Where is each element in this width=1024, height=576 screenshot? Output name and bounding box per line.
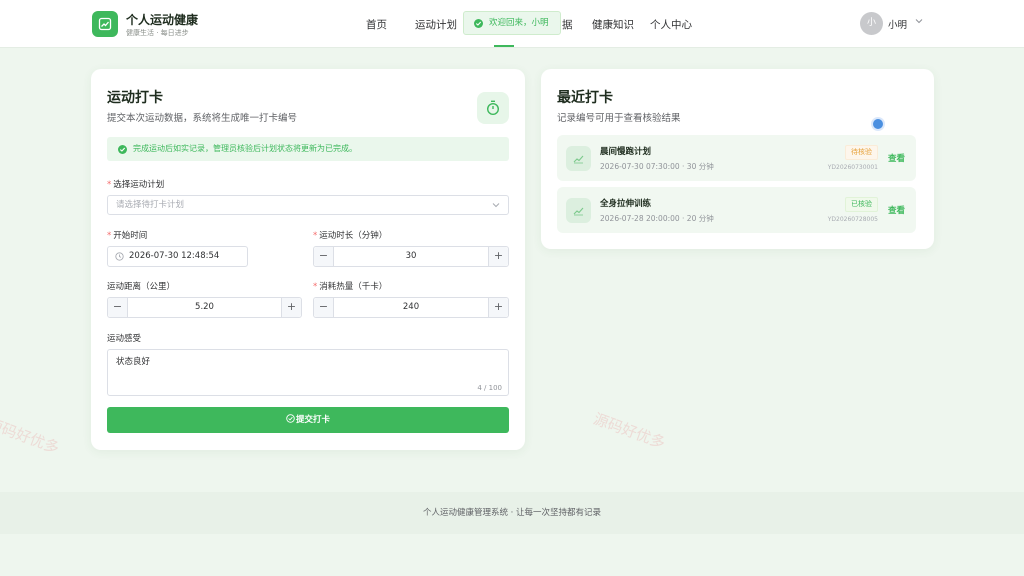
distance-stepper[interactable]: − 5.20 + <box>107 297 302 318</box>
nav-profile[interactable]: 个人中心 <box>650 17 692 32</box>
activity-chart-icon <box>566 146 591 171</box>
top-header: 个人运动健康 健康生活 · 每日进步 首页 运动计划 据 健康知识 个人中心 欢… <box>0 0 1024 48</box>
duration-label: * 运动时长（分钟） <box>313 231 388 241</box>
record-meta: 2026-07-28 20:00:00 · 20 分钟 <box>600 214 714 223</box>
stopwatch-button[interactable] <box>477 92 509 124</box>
recent-title: 最近打卡 <box>557 90 613 106</box>
record-name: 全身拉伸训练 <box>600 199 652 209</box>
activity-chart-icon <box>566 198 591 223</box>
clock-icon <box>115 252 124 261</box>
avatar[interactable]: 小 <box>860 12 883 35</box>
plan-select[interactable]: 请选择待打卡计划 <box>107 195 509 215</box>
duration-increase-button[interactable]: + <box>488 247 508 266</box>
recent-card: 最近打卡 记录编号可用于查看核验结果 晨间慢跑计划 2026-07-30 07:… <box>541 69 934 249</box>
recent-subtitle: 记录编号可用于查看核验结果 <box>557 113 681 124</box>
chevron-down-icon[interactable] <box>915 18 923 24</box>
check-circle-icon <box>286 414 295 423</box>
feeling-textarea[interactable]: 状态良好 4 / 100 <box>107 349 509 396</box>
plan-label: * 选择运动计划 <box>107 180 165 190</box>
distance-value[interactable]: 5.20 <box>129 298 280 317</box>
plan-placeholder: 请选择待打卡计划 <box>116 200 185 210</box>
start-time-label: * 开始时间 <box>107 231 148 241</box>
calories-value[interactable]: 240 <box>335 298 487 317</box>
distance-decrease-button[interactable]: − <box>108 298 128 317</box>
duration-value[interactable]: 30 <box>335 247 487 266</box>
watermark: 源码好优多 <box>0 414 62 458</box>
distance-label: 运动距离（公里） <box>107 282 176 292</box>
nav-data[interactable]: 据 <box>562 17 573 32</box>
calories-decrease-button[interactable]: − <box>314 298 334 317</box>
watermark: 源码好优多 <box>591 409 668 453</box>
stopwatch-icon <box>486 100 500 116</box>
submit-checkin-button[interactable]: 提交打卡 <box>107 407 509 433</box>
welcome-toast: 欢迎回来，小明 <box>463 11 561 35</box>
success-check-icon <box>474 19 483 28</box>
view-link[interactable]: 查看 <box>888 204 905 216</box>
trend-chart-icon <box>98 17 112 31</box>
record-meta: 2026-07-30 07:30:00 · 30 分钟 <box>600 162 714 171</box>
start-time-value: 2026-07-30 12:48:54 <box>129 251 220 261</box>
calories-increase-button[interactable]: + <box>488 298 508 317</box>
nav-plan[interactable]: 运动计划 <box>415 17 457 32</box>
status-badge: 已核验 <box>845 197 878 212</box>
info-alert: 完成运动后如实记录，管理员核验后计划状态将更新为已完成。 <box>107 137 509 161</box>
submit-label: 提交打卡 <box>295 415 330 425</box>
feeling-label: 运动感受 <box>107 334 142 344</box>
distance-increase-button[interactable]: + <box>281 298 301 317</box>
nav-home[interactable]: 首页 <box>366 17 387 32</box>
feeling-value: 状态良好 <box>116 357 151 367</box>
checkin-title: 运动打卡 <box>107 90 163 106</box>
nav-active-indicator <box>494 45 514 47</box>
toast-message: 欢迎回来，小明 <box>489 18 549 28</box>
alert-text: 完成运动后如实记录，管理员核验后计划状态将更新为已完成。 <box>133 144 357 153</box>
app-title: 个人运动健康 <box>126 13 199 27</box>
record-code: YD20260730001 <box>827 164 878 171</box>
calories-stepper[interactable]: − 240 + <box>313 297 509 318</box>
duration-stepper[interactable]: − 30 + <box>313 246 509 267</box>
nav-knowledge[interactable]: 健康知识 <box>592 17 634 32</box>
duration-decrease-button[interactable]: − <box>314 247 334 266</box>
checkin-subtitle: 提交本次运动数据，系统将生成唯一打卡编号 <box>107 113 298 124</box>
app-logo[interactable] <box>92 11 118 37</box>
chevron-down-icon <box>492 203 500 208</box>
record-code: YD20260728005 <box>827 216 878 223</box>
list-item[interactable]: 晨间慢跑计划 2026-07-30 07:30:00 · 30 分钟 待核验 Y… <box>557 135 916 181</box>
calories-label: * 消耗热量（千卡） <box>313 282 388 292</box>
char-counter: 4 / 100 <box>477 384 502 392</box>
record-name: 晨间慢跑计划 <box>600 147 652 157</box>
user-name[interactable]: 小明 <box>888 17 907 31</box>
status-badge: 待核验 <box>845 145 878 160</box>
cursor-indicator <box>871 117 885 131</box>
success-check-icon <box>118 145 127 154</box>
page-footer: 个人运动健康管理系统 · 让每一次坚持都有记录 <box>0 492 1024 534</box>
checkin-card: 运动打卡 提交本次运动数据，系统将生成唯一打卡编号 完成运动后如实记录，管理员核… <box>91 69 525 450</box>
view-link[interactable]: 查看 <box>888 152 905 164</box>
app-subtitle: 健康生活 · 每日进步 <box>126 29 189 37</box>
start-time-picker[interactable]: 2026-07-30 12:48:54 <box>107 246 248 267</box>
list-item[interactable]: 全身拉伸训练 2026-07-28 20:00:00 · 20 分钟 已核验 Y… <box>557 187 916 233</box>
